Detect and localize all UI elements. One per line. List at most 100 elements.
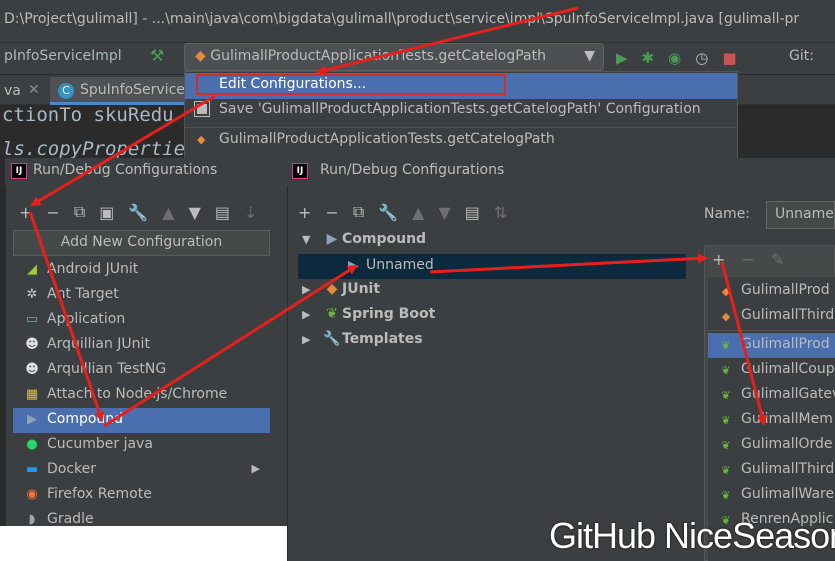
- available-config-item[interactable]: ❦ GulimallProd: [708, 333, 835, 358]
- remove-icon[interactable]: −: [46, 203, 59, 222]
- available-config-item[interactable]: ❦ GulimallWare: [708, 483, 835, 508]
- remove-icon[interactable]: −: [741, 250, 754, 269]
- docker-icon: ▬: [25, 462, 39, 477]
- coverage-icon[interactable]: ◉: [668, 49, 681, 67]
- tree-node-label: Spring Boot: [342, 306, 436, 322]
- junit-icon: ◆: [326, 281, 338, 297]
- tree-node-label: Compound: [342, 231, 427, 247]
- config-type-label: Gradle: [47, 511, 94, 527]
- new-folder-icon[interactable]: ▤: [215, 203, 230, 222]
- debug-icon[interactable]: ✱: [642, 49, 655, 67]
- add-new-configuration-header: Add New Configuration: [13, 230, 270, 256]
- junit-config-icon: ◆: [197, 133, 206, 146]
- profile-icon[interactable]: ◷: [695, 49, 708, 67]
- submenu-arrow-icon: ▶: [251, 462, 260, 475]
- background-gap: [0, 526, 287, 561]
- tree-node-spring-boot[interactable]: ▶ ❦ Spring Boot: [302, 306, 435, 331]
- compound-icon: ▶: [348, 258, 359, 274]
- config-label: GulimallProd: [741, 282, 830, 298]
- spring-boot-icon: ❦: [721, 414, 731, 427]
- add-icon[interactable]: +: [712, 250, 725, 269]
- move-up-icon[interactable]: ▲: [162, 203, 174, 222]
- editor-tab-spuinfoservice[interactable]: C SpuInfoService: [50, 77, 190, 105]
- tree-node-unnamed[interactable]: ▶ Unnamed: [298, 254, 686, 279]
- nav-bar-class[interactable]: pInfoServiceImpl: [4, 48, 122, 64]
- chevron-down-icon: ▼: [584, 48, 595, 64]
- editor-tab-java[interactable]: va: [4, 83, 21, 99]
- new-folder-icon[interactable]: ▤: [465, 203, 480, 222]
- config-type-label: Attach to Node.js/Chrome: [47, 386, 228, 402]
- config-label: GulimallWare: [741, 486, 835, 502]
- config-type-compound[interactable]: ▶ Compound: [13, 408, 270, 433]
- config-type-ant-target[interactable]: ✲ Ant Target: [13, 283, 270, 308]
- copy-icon[interactable]: ⧉: [74, 202, 85, 222]
- config-type-label: Android JUnit: [47, 261, 139, 277]
- config-type-label: Firefox Remote: [47, 486, 152, 502]
- build-hammer-icon[interactable]: ⚒: [150, 46, 164, 65]
- save-icon: [194, 101, 210, 117]
- move-down-icon[interactable]: ▼: [438, 203, 450, 222]
- run-configuration-label: GulimallProductApplicationTests.getCatel…: [210, 48, 546, 64]
- available-config-item[interactable]: ❦ GulimallMem: [708, 408, 835, 433]
- config-type-docker[interactable]: ▬ Docker ▶: [13, 458, 270, 483]
- cucumber-icon: ●: [26, 437, 38, 452]
- add-icon[interactable]: +: [19, 203, 32, 222]
- available-config-item[interactable]: ❦ GulimallThird: [708, 458, 835, 483]
- add-icon[interactable]: +: [298, 203, 311, 222]
- dialog-title-text: Run/Debug Configurations: [320, 162, 505, 178]
- move-up-icon[interactable]: ▲: [412, 203, 424, 222]
- wrench-icon[interactable]: 🔧: [378, 203, 398, 222]
- ant-icon: ✲: [26, 287, 38, 302]
- save-icon[interactable]: ▣: [99, 203, 114, 222]
- wrench-icon[interactable]: 🔧: [128, 203, 148, 222]
- available-config-item[interactable]: ❦ GulimallOrde: [708, 433, 835, 458]
- tree-node-compound[interactable]: ▼ ▶ Compound: [302, 231, 426, 256]
- copy-icon[interactable]: ⧉: [353, 202, 364, 222]
- edit-pencil-icon[interactable]: ✎: [771, 250, 784, 269]
- junit-icon: ◆: [721, 310, 731, 323]
- run-icon[interactable]: ▶: [616, 49, 628, 67]
- compound-icon: ▶: [27, 412, 37, 427]
- config-type-application[interactable]: ▭ Application: [13, 308, 270, 333]
- editor-tab-label: SpuInfoService: [80, 82, 185, 98]
- config-type-attach-nodejs[interactable]: ▦ Attach to Node.js/Chrome: [13, 383, 270, 408]
- remove-icon[interactable]: −: [325, 203, 338, 222]
- config-type-cucumber-java[interactable]: ● Cucumber java: [13, 433, 270, 458]
- expand-arrow-icon: ▶: [302, 333, 311, 346]
- sort-alpha-icon[interactable]: ⇅: [494, 203, 507, 222]
- dialog-toolbar: + − ⧉ ▣ 🔧 ▲ ▼ ▤ ⇣: [5, 198, 288, 226]
- arquillian-icon: ☻: [25, 337, 39, 352]
- spring-boot-icon: ❦: [326, 306, 338, 322]
- config-type-arquillian-junit[interactable]: ☻ Arquillian JUnit: [13, 333, 270, 358]
- close-icon[interactable]: ✕: [28, 82, 40, 98]
- menu-item-label: Save 'GulimallProductApplicationTests.ge…: [219, 101, 701, 117]
- available-config-item[interactable]: ❦ GulimallCoup: [708, 358, 835, 383]
- config-type-android-junit[interactable]: ◢ Android JUnit: [13, 258, 270, 283]
- intellij-logo-icon: IJ: [11, 163, 27, 179]
- tree-node-junit[interactable]: ▶ ◆ JUnit: [302, 281, 380, 306]
- stop-icon[interactable]: ■: [722, 49, 736, 67]
- arquillian-icon: ☻: [25, 362, 39, 377]
- name-input[interactable]: Unname: [766, 201, 835, 229]
- compound-config-item[interactable]: ◆ GulimallThird: [708, 304, 835, 329]
- run-configuration-combo[interactable]: ◆ GulimallProductApplicationTests.getCat…: [184, 43, 604, 71]
- git-label: Git:: [789, 48, 814, 64]
- run-toolbar-icons: ▶ ✱ ◉ ◷ ■: [616, 47, 737, 69]
- nodejs-icon: ▦: [25, 387, 39, 402]
- menu-item-test-config[interactable]: ◆ GulimallProductApplicationTests.getCat…: [185, 127, 737, 153]
- junit-config-icon: ◆: [195, 48, 206, 64]
- compound-config-item[interactable]: ◆ GulimallProd: [708, 279, 835, 304]
- sort-icon[interactable]: ⇣: [244, 203, 257, 222]
- tree-node-templates[interactable]: ▶ 🔧Templates: [302, 331, 423, 356]
- menu-item-save-configuration[interactable]: Save 'GulimallProductApplicationTests.ge…: [185, 98, 737, 124]
- firefox-icon: ◉: [26, 487, 38, 502]
- highlight-box: [196, 74, 506, 95]
- dialog-toolbar: + − ⧉ 🔧 ▲ ▼ ▤ ⇅: [298, 198, 558, 226]
- config-type-label: Arquillian TestNG: [47, 361, 167, 377]
- config-type-arquillian-testng[interactable]: ☻ Arquillian TestNG: [13, 358, 270, 383]
- config-type-firefox-remote[interactable]: ◉ Firefox Remote: [13, 483, 270, 508]
- available-config-item[interactable]: ❦ GulimallGatev: [708, 383, 835, 408]
- move-down-icon[interactable]: ▼: [189, 203, 201, 222]
- spring-boot-icon: ❦: [721, 389, 731, 402]
- config-type-label: Application: [47, 311, 126, 327]
